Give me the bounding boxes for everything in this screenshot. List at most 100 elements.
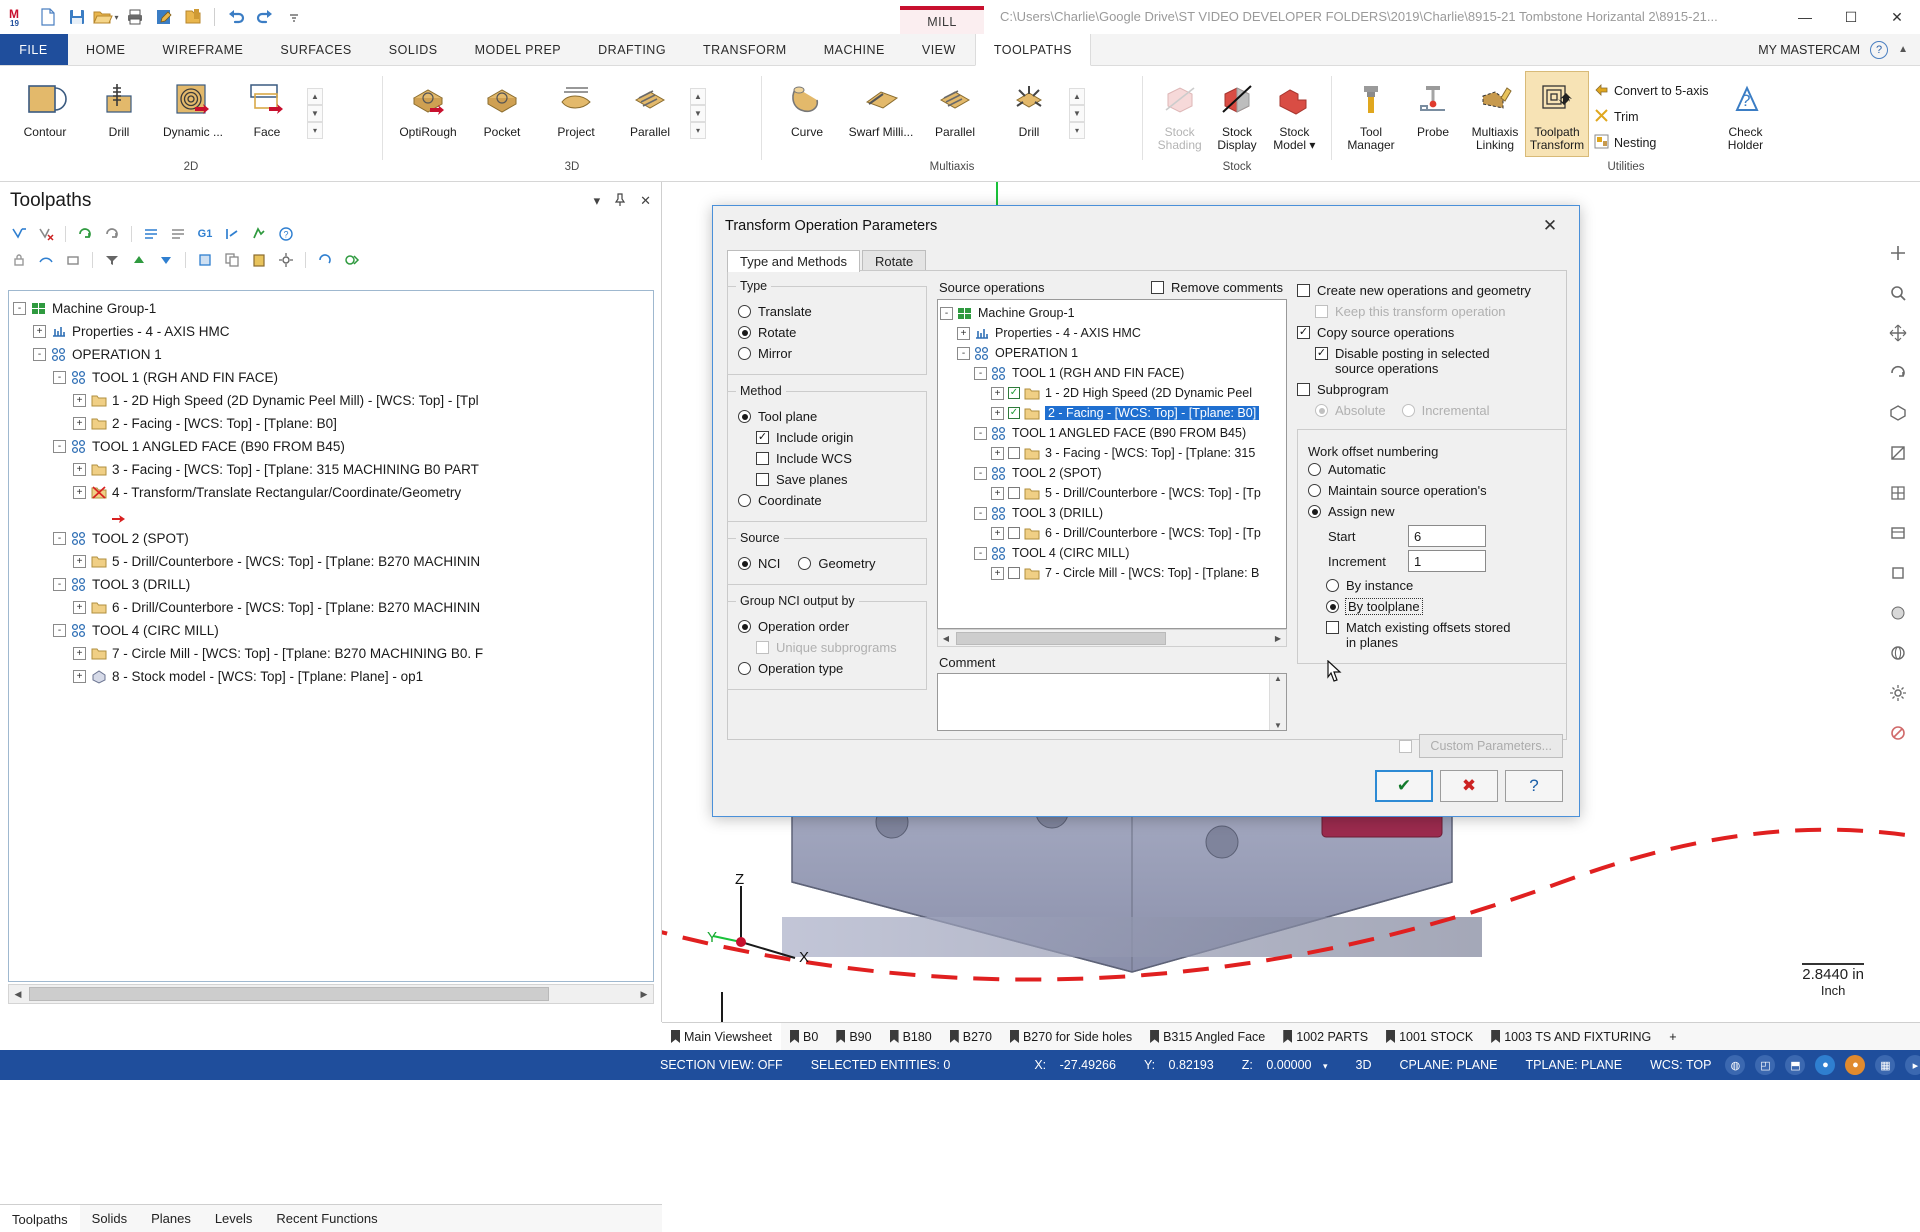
tree-expander-icon[interactable]: + <box>991 406 1004 420</box>
status-cplane[interactable]: CPLANE: PLANE <box>1386 1058 1512 1072</box>
tree-expander-icon[interactable]: + <box>73 647 86 660</box>
tree-expander-icon[interactable]: + <box>991 446 1004 460</box>
toolpaths-help-icon[interactable]: ? <box>275 224 297 244</box>
comment-field[interactable]: ▲ ▼ <box>937 673 1287 731</box>
subprogram-checkbox[interactable]: Subprogram <box>1297 379 1567 400</box>
orange-circle-icon[interactable]: ● <box>1845 1055 1866 1075</box>
section-icon[interactable] <box>1883 438 1913 468</box>
optree-scroll-left-icon[interactable]: ◀ <box>938 630 954 646</box>
tree-expander-icon[interactable]: + <box>991 526 1004 540</box>
copy-source-operations-checkbox[interactable]: ✓ Copy source operations <box>1297 322 1567 343</box>
dialog-close-button[interactable]: ✕ <box>1533 211 1567 241</box>
toolpath-tree-item[interactable]: - TOOL 1 ANGLED FACE (B90 FROM B45) <box>13 435 649 458</box>
source-operation-item[interactable]: - TOOL 4 (CIRC MILL) <box>940 543 1284 563</box>
machine-type-tab[interactable]: MILL <box>900 6 984 34</box>
toolpath-multiaxis-drill-button[interactable]: Drill <box>992 72 1066 143</box>
copy-icon[interactable] <box>221 250 243 270</box>
rotate-icon[interactable] <box>1883 358 1913 388</box>
stock-shading-button[interactable]: Stock Shading <box>1151 72 1208 156</box>
panel-close-icon[interactable]: ✕ <box>640 193 651 210</box>
optree-scroll-thumb[interactable] <box>956 631 1166 645</box>
checkbox-unchecked-icon[interactable] <box>1008 487 1020 499</box>
paste-icon[interactable] <box>248 250 270 270</box>
maximize-button[interactable]: ☐ <box>1828 0 1874 34</box>
post-selected-icon[interactable] <box>167 224 189 244</box>
zoom-window-icon[interactable] <box>1883 278 1913 308</box>
verify-icon[interactable] <box>248 224 270 244</box>
source-option-nci[interactable]: NCI <box>738 553 780 574</box>
work-offset-automatic[interactable]: Automatic <box>1308 459 1556 480</box>
toolpath-optirough-button[interactable]: OptiRough <box>391 72 465 143</box>
front-view-icon[interactable] <box>1883 558 1913 588</box>
tree-expander-icon[interactable]: + <box>33 325 46 338</box>
toolpath-dynamic-mill-button[interactable]: Dynamic ... <box>156 72 230 143</box>
source-operations-tree[interactable]: - Machine Group-1 + Properties - 4 - AXIS H… <box>937 299 1287 629</box>
status-dimension-mode[interactable]: 3D <box>1342 1058 1386 1072</box>
match-existing-offsets-checkbox[interactable]: Match existing offsets stored in planes <box>1326 617 1556 653</box>
mastercam-logo-icon[interactable]: M 19 <box>6 4 32 30</box>
undo-icon[interactable] <box>223 4 249 30</box>
tree-expander-icon[interactable]: + <box>73 463 86 476</box>
status-wcs[interactable]: WCS: TOP <box>1636 1058 1725 1072</box>
type-option-mirror[interactable]: Mirror <box>738 343 916 364</box>
viewsheet-tab[interactable]: 1003 TS AND FIXTURING <box>1482 1023 1660 1050</box>
toolpath-tree-item[interactable]: +4 - Transform/Translate Rectangular/Coo… <box>13 481 649 504</box>
open-folder-icon[interactable]: ▾ <box>93 4 119 30</box>
arrow-icon[interactable]: ▸ <box>1905 1055 1920 1075</box>
dialog-tab-rotate[interactable]: Rotate <box>861 250 927 272</box>
source-operation-item[interactable]: - Machine Group-1 <box>940 303 1284 323</box>
toolpath-tree-item[interactable]: +2 - Facing - [WCS: Top] - [Tplane: B0] <box>13 412 649 435</box>
print-icon[interactable] <box>122 4 148 30</box>
tree-expander-icon[interactable]: - <box>974 366 987 380</box>
lock-icon[interactable]: ⬒ <box>1785 1055 1806 1075</box>
ribbon-2d-gallery-spinner[interactable]: ▲ ▼ ▾ <box>306 72 324 154</box>
shaded-icon[interactable] <box>1883 598 1913 628</box>
checkbox-checked-icon[interactable]: ✓ <box>1008 407 1020 419</box>
work-offset-assign-new[interactable]: Assign new <box>1308 501 1556 522</box>
customize-qat-icon[interactable] <box>281 4 307 30</box>
tab-recent-functions[interactable]: Recent Functions <box>264 1205 389 1232</box>
toolpath-tree-item[interactable]: - Machine Group-1 <box>13 297 649 320</box>
probe-button[interactable]: Probe <box>1402 72 1464 143</box>
checkbox-unchecked-icon[interactable] <box>1008 447 1020 459</box>
transform-operation-parameters-dialog[interactable]: Transform Operation Parameters ✕ Type an… <box>712 205 1580 817</box>
tree-expander-icon[interactable]: - <box>53 532 66 545</box>
toolpath-tree-item[interactable]: +1 - 2D High Speed (2D Dynamic Peel Mill… <box>13 389 649 412</box>
tab-solids[interactable]: Solids <box>80 1205 139 1232</box>
comment-scroll-down-icon[interactable]: ▼ <box>1274 721 1282 730</box>
simulate-icon[interactable] <box>221 224 243 244</box>
toolpath-contour-button[interactable]: Contour <box>8 72 82 143</box>
toolpath-parallel-3d-button[interactable]: Parallel <box>613 72 687 143</box>
toolpath-transform-button[interactable]: Toolpath Transform <box>1525 71 1589 157</box>
blank-icon[interactable] <box>1883 718 1913 748</box>
ribbon-tab-solids[interactable]: SOLIDS <box>371 34 457 65</box>
toolpath-tree-item[interactable]: +8 - Stock model - [WCS: Top] - [Tplane:… <box>13 665 649 688</box>
panel-pin-icon[interactable] <box>614 192 626 210</box>
tree-expander-icon[interactable]: + <box>73 486 86 499</box>
toolpath-project-button[interactable]: Project <box>539 72 613 143</box>
remove-comments-checkbox[interactable]: Remove comments <box>1151 280 1283 295</box>
tree-expander-icon[interactable]: - <box>13 302 26 315</box>
tree-expander-icon[interactable]: + <box>73 394 86 407</box>
ribbon-tab-drafting[interactable]: DRAFTING <box>580 34 685 65</box>
tree-expander-icon[interactable]: + <box>957 326 970 340</box>
blue-circle-icon[interactable]: ● <box>1815 1055 1836 1075</box>
gallery-down-icon[interactable]: ▼ <box>1069 104 1085 122</box>
tab-toolpaths[interactable]: Toolpaths <box>0 1205 80 1232</box>
ribbon-tab-home[interactable]: HOME <box>68 34 145 65</box>
comment-scrollbar[interactable]: ▲ ▼ <box>1269 674 1286 730</box>
g1-icon[interactable]: G1 <box>194 224 216 244</box>
nesting-button[interactable]: Nesting <box>1588 130 1714 156</box>
source-operations-scrollbar[interactable]: ◀ ▶ <box>937 629 1287 647</box>
select-all-icon[interactable] <box>8 224 30 244</box>
tab-planes[interactable]: Planes <box>139 1205 203 1232</box>
toolpath-tree-item[interactable]: - TOOL 1 (RGH AND FIN FACE) <box>13 366 649 389</box>
toolpath-tree-item[interactable]: +6 - Drill/Counterbore - [WCS: Top] - [T… <box>13 596 649 619</box>
group-nci-option-operation-type[interactable]: Operation type <box>738 658 916 679</box>
globe-icon[interactable]: ◍ <box>1725 1055 1746 1075</box>
status-tplane[interactable]: TPLANE: PLANE <box>1511 1058 1636 1072</box>
tree-expander-icon[interactable]: - <box>957 346 970 360</box>
top-view-icon[interactable] <box>1883 518 1913 548</box>
tree-expander-icon[interactable]: + <box>73 670 86 683</box>
viewsheet-tab[interactable]: B270 <box>941 1023 1001 1050</box>
